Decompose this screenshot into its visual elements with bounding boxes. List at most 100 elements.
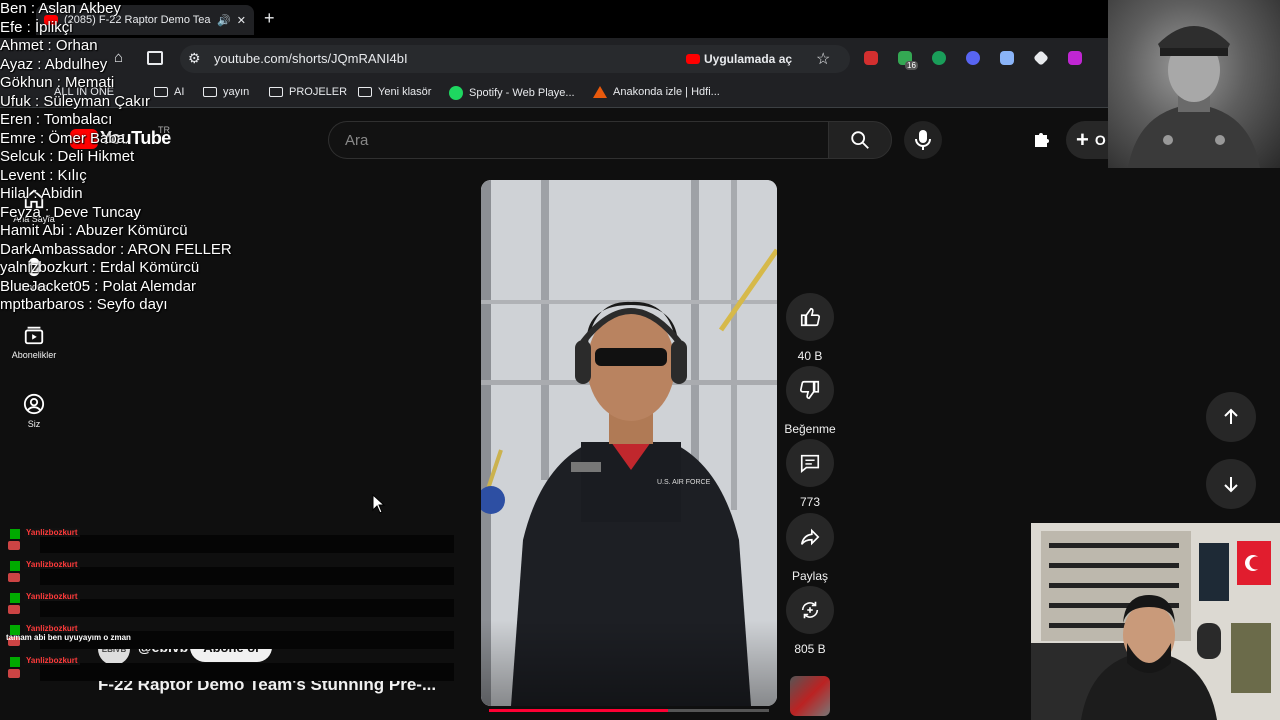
chat-username: Yanlizbozkurt	[24, 592, 80, 601]
name-entry: Hamit Abi : Abuzer Kömürcü	[0, 222, 188, 239]
share-button[interactable]: Paylaş	[786, 513, 834, 583]
name-entry: Hilal : Abidin	[0, 185, 83, 202]
comment-count: 773	[799, 495, 821, 509]
remix-count: 805 B	[794, 642, 826, 656]
thumbs-up-icon	[800, 307, 820, 327]
progress-fill	[489, 709, 669, 712]
remix-button[interactable]: 805 B	[786, 586, 834, 656]
profile-icon	[23, 393, 45, 415]
nav-you[interactable]: Siz	[4, 393, 64, 429]
bookmark-star-icon[interactable]: ☆	[816, 49, 830, 69]
moderator-badge-icon	[10, 561, 20, 571]
folder-icon	[269, 87, 283, 97]
nav-subscriptions[interactable]: Abonelikler	[4, 324, 64, 360]
thumbs-down-icon	[800, 380, 820, 400]
share-circle[interactable]	[786, 513, 834, 561]
stream-chat-overlay: Yanlizbozkurt Yanlizbozkurt Yanlizbozkur…	[0, 527, 454, 681]
video-frame: U.S. AIR FORCE	[481, 180, 777, 706]
grammarly-icon[interactable]	[932, 51, 946, 65]
extension-badge: 16	[905, 61, 918, 70]
chat-username: Yanlizbozkurt	[24, 528, 80, 537]
like-count: 40 B	[797, 349, 823, 363]
webcam-overlay	[1031, 523, 1280, 720]
name-list-overlay: Ben : Aslan Akbey Efe : İplikçi Ahmet : …	[0, 0, 232, 315]
name-entry: Ayaz : Abdulhey	[0, 55, 108, 73]
like-circle[interactable]	[786, 293, 834, 341]
bookmark-anakonda[interactable]: Anakonda izle | Hdfi...	[593, 86, 720, 98]
anakonda-icon	[593, 86, 607, 98]
mouse-cursor-icon	[372, 493, 386, 519]
share-label: Paylaş	[791, 569, 829, 583]
voice-search-button[interactable]	[904, 121, 942, 159]
open-in-app-label: Uygulamada aç	[704, 52, 793, 66]
search-button[interactable]	[828, 121, 892, 159]
comments-button[interactable]: 773	[786, 439, 834, 509]
short-video-player[interactable]: U.S. AIR FORCE	[481, 180, 777, 706]
name-entry: Eren : Tombalacı	[0, 111, 113, 128]
moderator-badge-icon	[10, 657, 20, 667]
search-icon	[851, 131, 869, 149]
bookmark-yeni-klasor[interactable]: Yeni klasör	[358, 86, 431, 98]
name-entry: Gökhun : Memati	[0, 74, 115, 91]
youtube-app-icon	[686, 54, 700, 64]
chat-row: Yanlizbozkurt	[0, 591, 454, 617]
search-input[interactable]	[328, 121, 828, 159]
remix-circle[interactable]	[786, 586, 834, 634]
share-icon	[800, 528, 820, 546]
nav-you-label: Siz	[27, 419, 41, 429]
emote-icon	[8, 605, 20, 614]
chat-row: Yanlizbozkurt	[0, 655, 454, 681]
remix-icon	[801, 601, 819, 619]
plus-icon: +	[1076, 127, 1089, 152]
dislike-button[interactable]: Beğenme	[784, 366, 836, 436]
folder-icon	[358, 87, 372, 97]
name-entry: mptbarbaros : Seyfo dayı	[0, 296, 168, 313]
previous-video-button[interactable]	[1206, 392, 1256, 442]
spotify-icon	[449, 86, 463, 100]
shield-extension-icon[interactable]	[1000, 51, 1014, 65]
purple-extension-icon[interactable]	[1068, 51, 1082, 65]
chat-row: Yanlizbozkurt	[0, 559, 454, 585]
name-entry: Ufuk : Süleyman Çakır	[0, 92, 151, 110]
create-label: O	[1094, 132, 1106, 148]
moderator-badge-icon	[10, 593, 20, 603]
like-button[interactable]: 40 B	[786, 293, 834, 363]
microphone-icon	[915, 130, 931, 150]
url-text[interactable]: youtube.com/shorts/JQmRANI4bI	[214, 51, 408, 66]
subscriptions-icon	[24, 326, 44, 345]
name-entry: Selcuk : Deli Hikmet	[0, 148, 135, 165]
name-entry: Ben : Aslan Akbey	[0, 0, 121, 17]
emote-icon	[8, 573, 20, 582]
portrait-overlay-image	[1108, 0, 1280, 168]
arrow-up-icon	[1224, 408, 1238, 424]
webcam-scene	[1031, 523, 1280, 720]
bookmark-spotify[interactable]: Spotify - Web Playe...	[449, 86, 575, 100]
bookmark-projeler[interactable]: PROJELER	[269, 86, 347, 98]
next-video-button[interactable]	[1206, 459, 1256, 509]
chat-username: Yanlizbozkurt	[24, 656, 80, 665]
chat-message: tamam abi ben uyuyayım o zman	[6, 633, 131, 642]
nav-subscriptions-label: Abonelikler	[11, 350, 57, 360]
emote-icon	[8, 541, 20, 550]
arrow-down-icon	[1224, 477, 1238, 493]
name-entry: DarkAmbassador : ARON FELLER	[0, 240, 232, 258]
name-entry: Feyza : Deve Tuncay	[0, 203, 141, 221]
chat-row: Yanlizbozkurt	[0, 527, 454, 553]
sound-thumbnail[interactable]	[790, 676, 830, 716]
moderator-badge-icon	[10, 529, 20, 539]
close-tab-icon[interactable]: ✕	[237, 14, 246, 27]
extension-red-icon[interactable]	[864, 51, 878, 65]
dislike-circle[interactable]	[786, 366, 834, 414]
name-entry: Levent : Kılıç	[0, 166, 87, 184]
uniform-text: U.S. AIR FORCE	[657, 479, 711, 486]
name-entry: yalnizbozkurt : Erdal Kömürcü	[0, 259, 200, 276]
discord-icon[interactable]	[966, 51, 980, 65]
comments-circle[interactable]	[786, 439, 834, 487]
extension-puzzle-icon[interactable]	[1032, 125, 1052, 153]
portrait-figure	[1128, 26, 1260, 168]
open-in-app-button[interactable]: Uygulamada aç	[686, 49, 792, 69]
new-tab-button[interactable]: +	[264, 8, 275, 29]
name-entry: Emre : Ömer Baba	[0, 129, 126, 147]
name-entry: Efe : İplikçi	[0, 18, 73, 36]
cursor-arrow	[372, 493, 386, 514]
